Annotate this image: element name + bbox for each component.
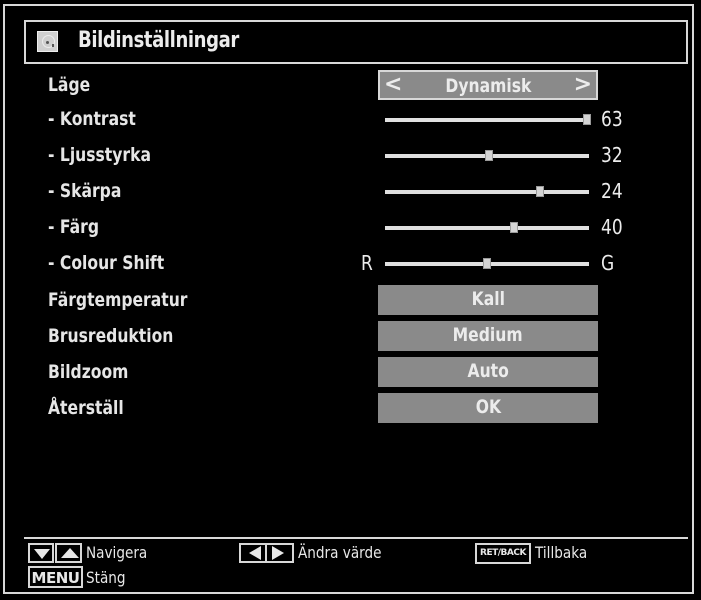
chevron-left-icon[interactable]: < — [384, 72, 402, 98]
picture-settings-icon — [37, 31, 58, 52]
brightness-slider[interactable] — [385, 150, 589, 161]
brightness-value: 32 — [601, 143, 623, 167]
menu-item-lage[interactable]: Läge < Dynamisk > — [0, 68, 701, 104]
menu-item-label: - Färg — [48, 216, 99, 238]
menu-item-bildzoom[interactable]: Bildzoom Auto — [0, 355, 701, 391]
menu-item-colour-shift[interactable]: - Colour Shift R G — [0, 246, 701, 282]
slider-knob[interactable] — [485, 150, 494, 161]
triangle-up-icon — [61, 548, 79, 558]
menu-item-label: Färgtemperatur — [48, 289, 188, 311]
noise-reduction-value-box[interactable]: Medium — [378, 321, 598, 351]
sharpness-slider[interactable] — [385, 186, 589, 197]
close-hint: Stäng — [86, 568, 126, 587]
menu-item-label: Bildzoom — [48, 361, 129, 383]
slider-knob[interactable] — [536, 186, 545, 197]
menu-item-label: - Skärpa — [48, 180, 122, 202]
left-right-arrow-keys — [239, 543, 294, 563]
chevron-right-icon[interactable]: > — [574, 72, 592, 98]
reset-button[interactable]: OK — [378, 393, 598, 423]
menu-item-label: - Colour Shift — [48, 252, 165, 274]
menu-key: MENU — [28, 566, 83, 588]
menu-item-label: Återställ — [48, 397, 124, 419]
menu-item-farg[interactable]: - Färg 40 — [0, 210, 701, 246]
slider-knob[interactable] — [483, 258, 491, 269]
navigate-hint: Navigera — [86, 543, 148, 562]
menu-item-label: - Ljusstyrka — [48, 144, 151, 166]
menu-item-kontrast[interactable]: - Kontrast 63 — [0, 102, 701, 138]
reset-value: OK — [475, 396, 501, 418]
menu-item-ljusstyrka[interactable]: - Ljusstyrka 32 — [0, 138, 701, 174]
mode-selector[interactable]: < Dynamisk > — [378, 70, 598, 100]
colour-temperature-value-box[interactable]: Kall — [378, 285, 598, 315]
menu-item-label: Brusreduktion — [48, 325, 174, 347]
menu-item-brusreduktion[interactable]: Brusreduktion Medium — [0, 319, 701, 355]
page-title: Bildinställningar — [78, 28, 239, 53]
down-arrow-key — [28, 543, 54, 563]
sharpness-value: 24 — [601, 179, 623, 203]
colour-shift-slider[interactable] — [385, 258, 589, 269]
menu-item-aterstall[interactable]: Återställ OK — [0, 391, 701, 427]
menu-item-fargtemperatur[interactable]: Färgtemperatur Kall — [0, 283, 701, 319]
colour-value: 40 — [601, 215, 623, 239]
noise-reduction-value: Medium — [453, 324, 523, 346]
triangle-right-icon — [272, 546, 284, 560]
change-value-hint: Ändra värde — [298, 543, 382, 562]
up-arrow-key — [55, 543, 82, 563]
footer-divider — [24, 537, 688, 539]
ret-back-key: RET/BACK — [475, 543, 531, 564]
colour-shift-max-label: G — [601, 251, 615, 275]
picture-zoom-value-box[interactable]: Auto — [378, 357, 598, 387]
picture-zoom-value: Auto — [467, 360, 509, 382]
mode-value: Dynamisk — [445, 75, 531, 97]
colour-slider[interactable] — [385, 222, 589, 233]
back-hint: Tillbaka — [535, 543, 588, 562]
colour-shift-min-label: R — [361, 251, 373, 275]
contrast-value: 63 — [601, 107, 623, 131]
menu-item-label: - Kontrast — [48, 108, 136, 130]
colour-temperature-value: Kall — [471, 288, 505, 310]
triangle-down-icon — [34, 549, 50, 559]
triangle-left-icon — [249, 546, 261, 560]
contrast-slider[interactable] — [385, 114, 591, 125]
ret-back-key-label: RET/BACK — [480, 548, 526, 558]
menu-key-label: MENU — [31, 569, 80, 587]
title-bar: Bildinställningar — [24, 20, 688, 64]
slider-knob[interactable] — [582, 114, 591, 125]
menu-item-label: Läge — [48, 74, 91, 96]
slider-knob[interactable] — [509, 222, 518, 233]
menu-item-skarpa[interactable]: - Skärpa 24 — [0, 174, 701, 210]
